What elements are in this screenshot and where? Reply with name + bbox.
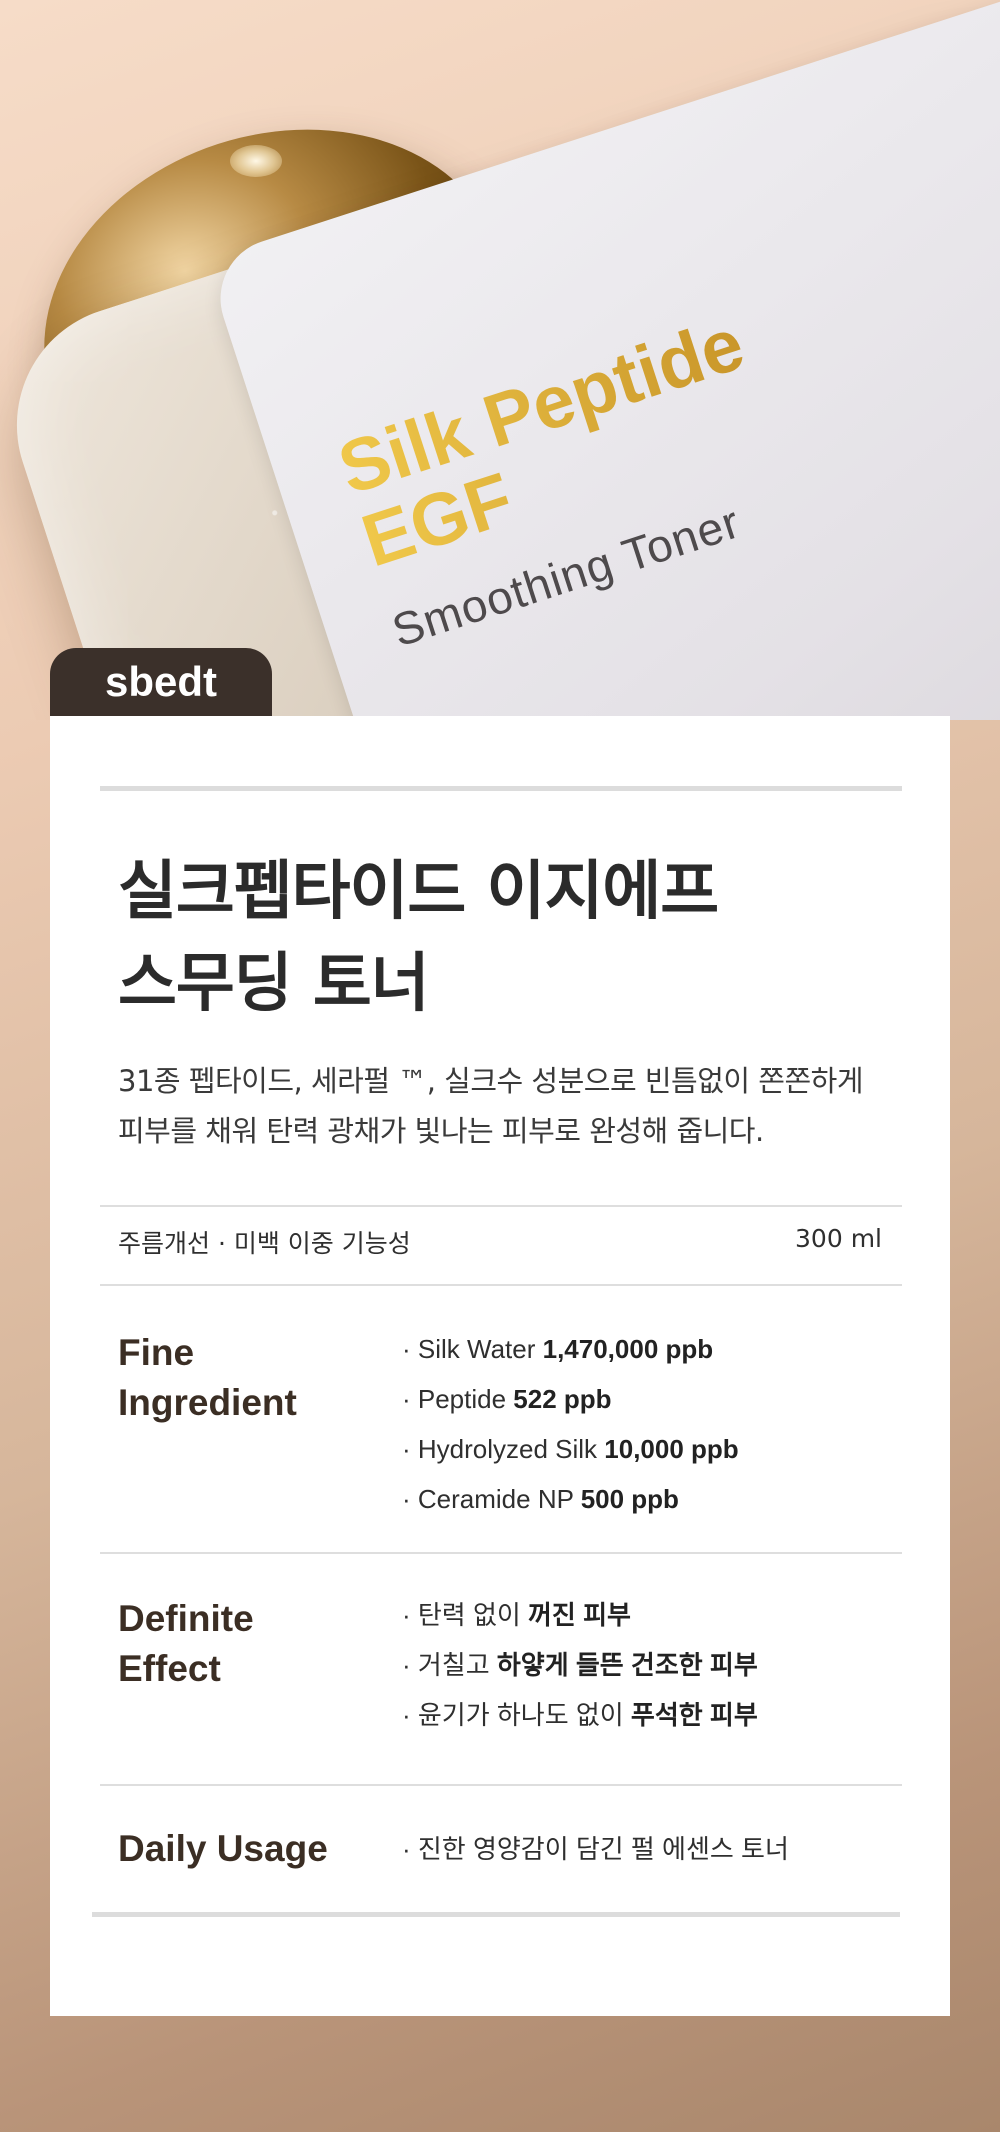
divider xyxy=(100,1284,902,1286)
list-item: · Silk Water 1,470,000 ppb xyxy=(402,1334,714,1364)
cap-highlight xyxy=(230,145,282,177)
usage-heading: Daily Usage xyxy=(118,1828,328,1869)
brand-logo: sbedt xyxy=(104,658,217,705)
list-item: · 거칠고 하얗게 들뜬 건조한 피부 xyxy=(402,1650,758,1680)
hero-product-image: Silk Peptide EGF Smoothing Toner xyxy=(0,0,1000,720)
list-item: · Ceramide NP 500 ppb xyxy=(402,1484,679,1514)
list-item: · Hydrolyzed Silk 10,000 ppb xyxy=(402,1434,739,1464)
divider xyxy=(100,1552,902,1554)
list-item: · 윤기가 하나도 없이 푸석한 피부 xyxy=(402,1700,758,1730)
list-item: · 진한 영양감이 담긴 펄 에센스 토너 xyxy=(402,1834,789,1864)
product-title-line2: 스무딩 토너 xyxy=(118,947,430,1021)
top-divider xyxy=(100,786,902,791)
description-line2: 피부를 채워 탄력 광채가 빛나는 피부로 완성해 줍니다. xyxy=(118,1114,764,1148)
description-line1: 31종 펩타이드, 세라펄 ™, 실크수 성분으로 빈틈없이 쫀쫀하게 xyxy=(118,1064,864,1098)
effect-heading: Definite Effect xyxy=(118,1598,254,1689)
bottom-divider xyxy=(92,1912,900,1917)
brand-tab: sbedt xyxy=(50,648,272,716)
effect-list: · 탄력 없이 꺼진 피부 · 거칠고 하얗게 들뜬 건조한 피부 · 윤기가 … xyxy=(402,1590,758,1740)
product-title-line1: 실크펩타이드 이지에프 xyxy=(118,855,719,929)
product-description: 31종 펩타이드, 세라펄 ™, 실크수 성분으로 빈틈없이 쫀쫀하게 피부를 … xyxy=(118,1056,918,1156)
usage-list: · 진한 영양감이 담긴 펄 에센스 토너 xyxy=(402,1824,789,1874)
product-info-card: 실크펩타이드 이지에프 스무딩 토너 31종 펩타이드, 세라펄 ™, 실크수 … xyxy=(50,716,950,2016)
function-label: 주름개선 · 미백 이중 기능성 xyxy=(118,1229,411,1258)
list-item: · 탄력 없이 꺼진 피부 xyxy=(402,1600,631,1630)
divider xyxy=(100,1784,902,1786)
ingredient-list: · Silk Water 1,470,000 ppb · Peptide 522… xyxy=(402,1324,739,1524)
divider xyxy=(100,1205,902,1207)
ingredient-heading: Fine Ingredient xyxy=(118,1332,297,1423)
volume-label: 300 ml xyxy=(795,1224,882,1253)
product-title: 실크펩타이드 이지에프 스무딩 토너 xyxy=(118,846,719,1030)
list-item: · Peptide 522 ppb xyxy=(402,1384,612,1414)
